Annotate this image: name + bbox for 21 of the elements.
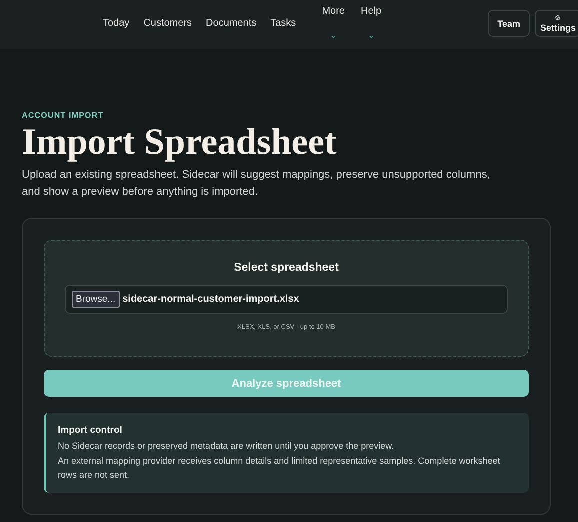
notice-text: No Sidecar records or preserved metadata are written until you approve the preview. xyxy=(58,440,396,453)
nav-link[interactable]: Today xyxy=(103,18,130,39)
caret-icon xyxy=(331,35,336,39)
file-input[interactable]: Browse... sidecar-normal-customer-import.xlsx xyxy=(65,285,508,314)
nav-link[interactable]: Documents xyxy=(206,18,257,39)
settings-button[interactable]: Settings xyxy=(535,10,578,37)
nav-menu[interactable]: Help xyxy=(360,6,382,39)
nav-link[interactable]: Customers xyxy=(144,18,192,39)
upload-heading: Select spreadsheet xyxy=(234,261,339,275)
file-name: sidecar-normal-customer-import.xlsx xyxy=(122,294,300,305)
section-label: ACCOUNT IMPORT xyxy=(22,111,105,121)
header-button[interactable]: Team xyxy=(488,10,530,37)
nav-menu[interactable]: More xyxy=(322,6,345,39)
caret-icon xyxy=(368,35,374,39)
page-description: Upload an existing spreadsheet. Sidecar will suggest mappings, preserve unsupported columns, and show a preview before anything is imported. xyxy=(22,168,492,200)
notice-title: Import control xyxy=(58,425,124,437)
nav-link[interactable]: Tasks xyxy=(270,18,296,39)
gear-icon xyxy=(555,14,562,20)
browse-button[interactable]: Browse... xyxy=(72,291,120,308)
page-title: Import Spreadsheet xyxy=(22,124,338,162)
notice-text: An external mapping provider receives column details and limited representative samples. Complete worksheet rows are not sent. xyxy=(58,455,502,482)
